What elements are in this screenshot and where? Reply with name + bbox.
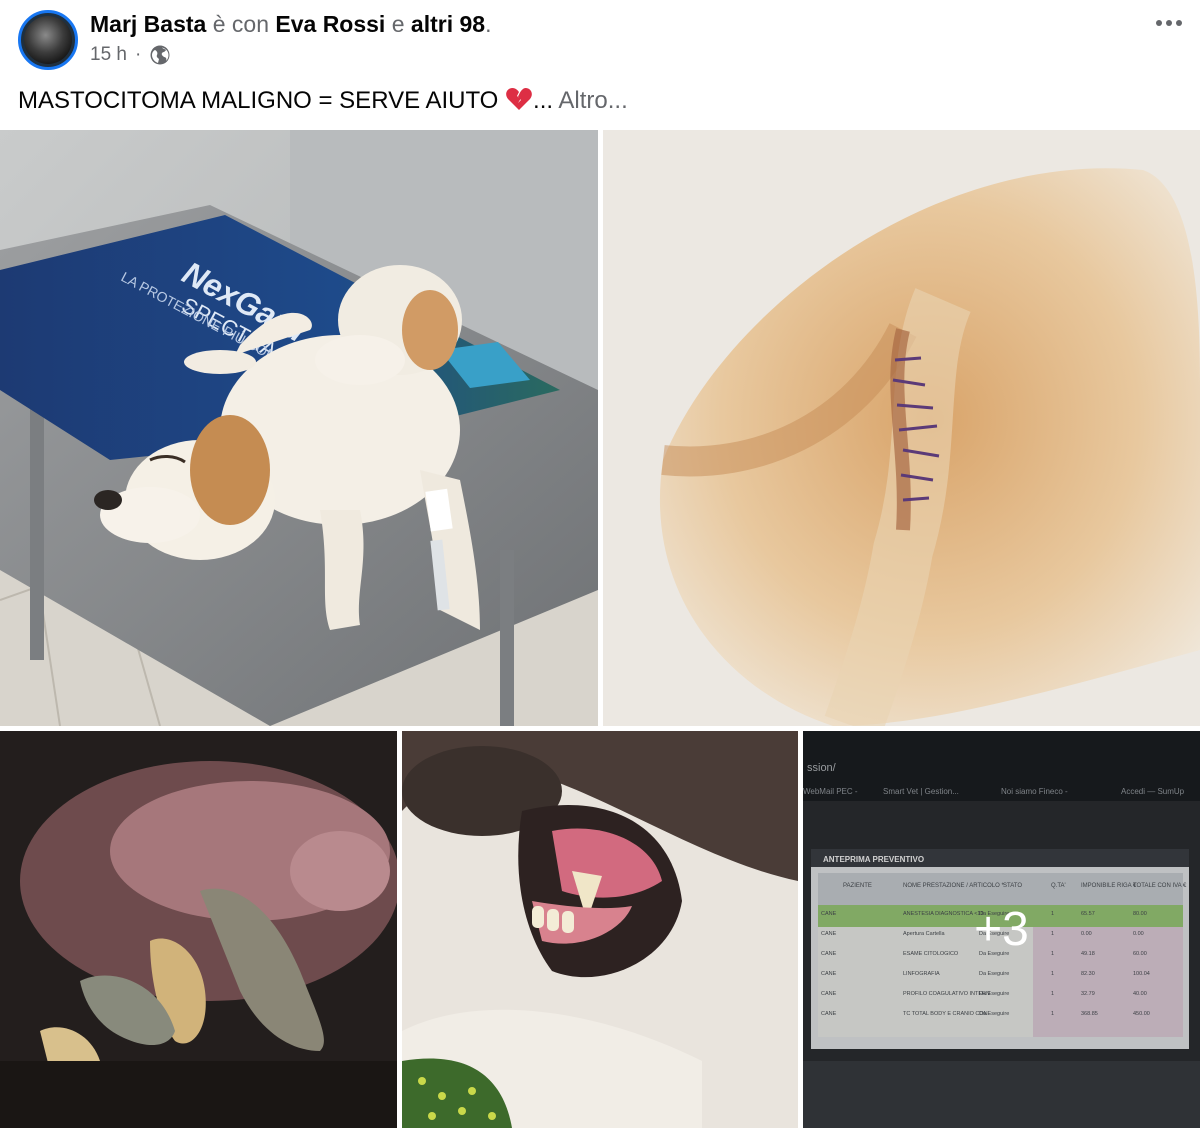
dot-icon xyxy=(1176,20,1182,26)
dot-icon xyxy=(1166,20,1172,26)
photo-teeth-closeup[interactable] xyxy=(0,731,397,1128)
photo-dog-mouth[interactable] xyxy=(402,731,798,1128)
post-meta: 15 h · xyxy=(90,44,171,66)
see-more-link[interactable]: Altro... xyxy=(558,87,627,114)
dot-icon xyxy=(1156,20,1162,26)
and-label: e xyxy=(391,11,405,37)
post-caption: MASTOCITOMA MALIGNO = SERVE AIUTO ... Al… xyxy=(18,86,628,116)
broken-heart-icon xyxy=(506,88,532,110)
caption-text: MASTOCITOMA MALIGNO = SERVE AIUTO xyxy=(18,87,499,114)
with-label: è con xyxy=(212,11,269,37)
more-photos-overlay[interactable]: +3 xyxy=(803,731,1200,1128)
photo-dog-on-table[interactable]: NexGard SPECTRA LA PROTEZIONE PIÙ COMPLE… xyxy=(0,130,598,726)
tagged-person-link[interactable]: Eva Rossi xyxy=(275,11,385,37)
caption-ellipsis: ... xyxy=(533,87,554,114)
timestamp[interactable]: 15 h xyxy=(90,44,127,66)
photo-sutured-wound[interactable] xyxy=(603,130,1200,726)
globe-icon xyxy=(150,45,170,65)
author-name[interactable]: Marj Basta xyxy=(90,11,206,37)
meta-dot: · xyxy=(134,44,142,65)
more-photos-count[interactable]: +3 xyxy=(974,902,1029,957)
author-avatar[interactable] xyxy=(18,10,78,70)
more-options-button[interactable] xyxy=(1152,8,1186,38)
post-header: Marj Basta è con Eva Rossi e altri 98. 1… xyxy=(0,0,1200,80)
author-line: Marj Basta è con Eva Rossi e altri 98. xyxy=(90,9,491,39)
photo-vet-quote-screen[interactable]: ssion/ WebMail PEC - Smart Vet | Gestion… xyxy=(803,731,1200,1128)
period: . xyxy=(485,11,492,37)
others-link[interactable]: altri 98 xyxy=(411,11,485,37)
